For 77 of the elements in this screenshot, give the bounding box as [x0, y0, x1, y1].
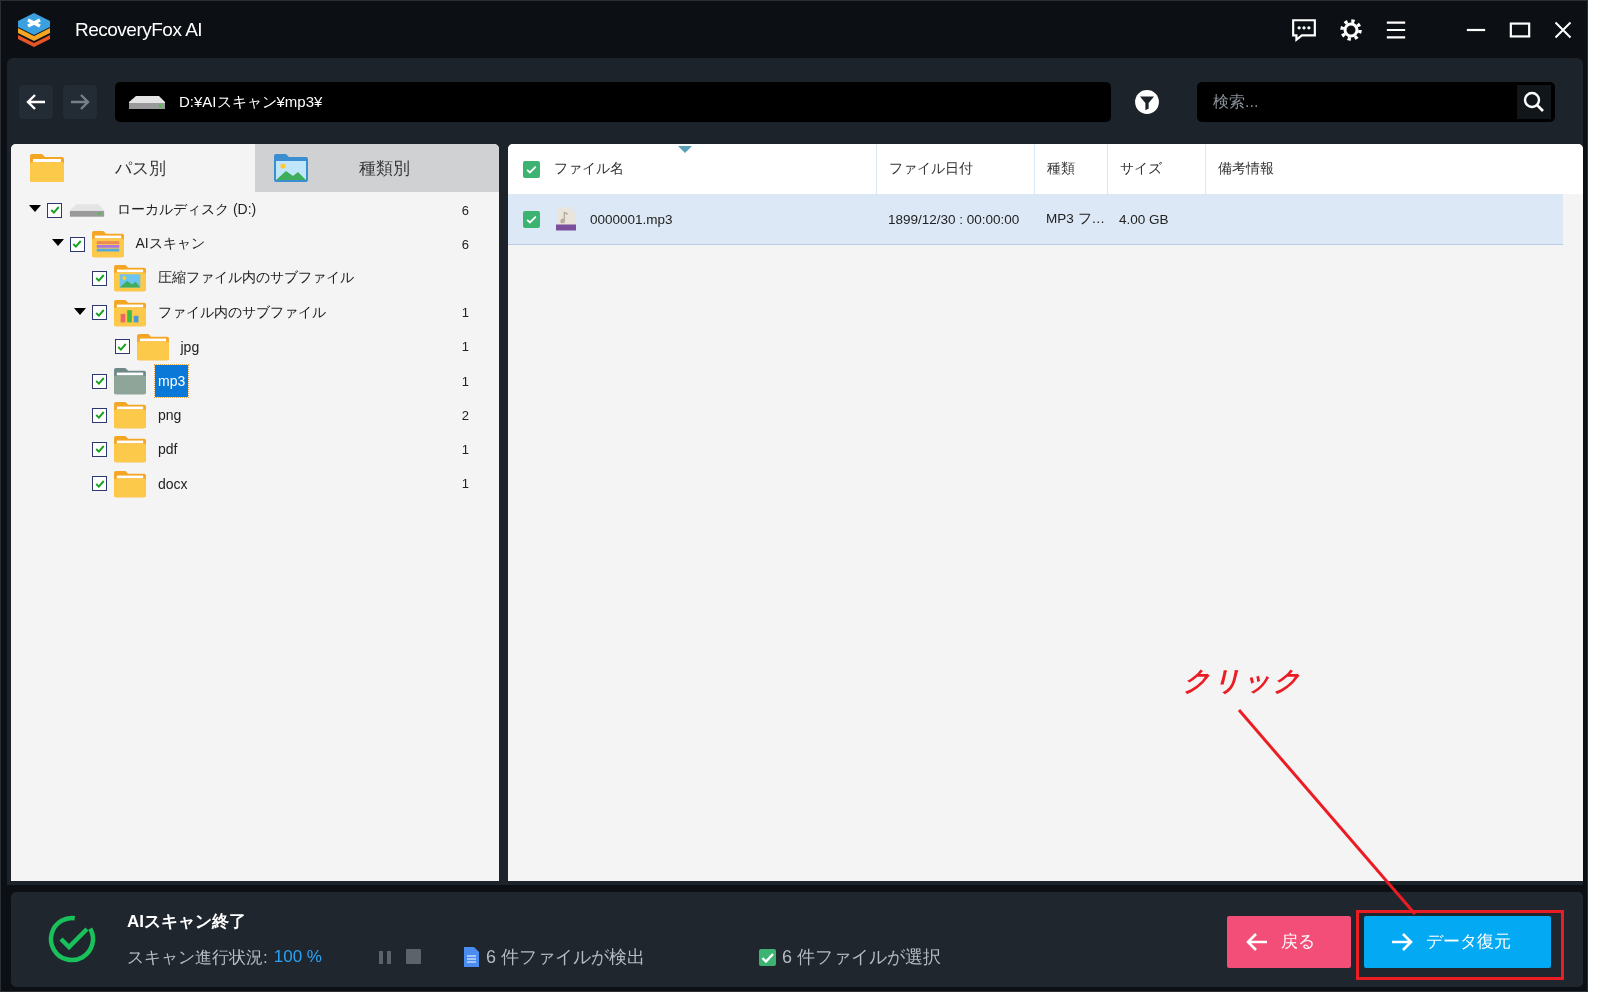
found-count: 6 件ファイルが検出 — [485, 946, 645, 969]
check-icon — [93, 409, 106, 422]
item-count: 1 — [461, 476, 469, 492]
checkbox[interactable] — [92, 373, 107, 389]
tree-item-label[interactable]: jpg — [177, 335, 203, 358]
progress-value: 100 % — [273, 947, 322, 967]
item-count: 1 — [461, 441, 469, 457]
close-icon[interactable] — [1553, 19, 1573, 40]
folder-icon — [113, 400, 147, 431]
audio-file-icon — [554, 206, 578, 232]
table-cell: 0000001.mp3 — [590, 211, 673, 227]
table-cell: MP3 フ… — [1046, 210, 1105, 228]
striped-folder-icon — [90, 229, 125, 260]
tree-item-label[interactable]: ローカルディスク (D:) — [114, 198, 260, 223]
scan-status-title: AIスキャン終了 — [127, 911, 247, 933]
checkbox[interactable] — [522, 210, 540, 228]
folder-icon — [113, 468, 147, 499]
file-row[interactable]: 0000001.mp3 1899/12/30 : 00:00:00 MP3 フ… 4.00 GB — [508, 194, 1563, 245]
path-field[interactable]: D:¥AIスキャン¥mp3¥ — [115, 82, 1111, 122]
app-logo-icon — [15, 10, 53, 49]
document-icon — [462, 947, 480, 967]
check-icon — [93, 272, 106, 285]
check-icon — [71, 238, 83, 251]
search-button[interactable] — [1517, 85, 1551, 119]
stop-icon[interactable] — [405, 948, 421, 964]
checkbox[interactable] — [69, 236, 85, 252]
filter-icon — [1134, 89, 1160, 115]
search-field[interactable]: 検索... — [1197, 82, 1555, 122]
tree-item-label[interactable]: png — [155, 404, 185, 427]
path-text: D:¥AIスキャン¥mp3¥ — [179, 92, 323, 112]
tree-item-label[interactable]: AIスキャン — [132, 232, 208, 257]
check-icon — [48, 204, 61, 217]
chat-icon[interactable] — [1291, 16, 1317, 43]
checkbox[interactable] — [92, 407, 107, 423]
checkbox-icon — [758, 948, 776, 966]
checkbox[interactable] — [47, 202, 62, 218]
forward-button[interactable] — [63, 85, 97, 119]
tree-item-label[interactable]: 圧縮ファイル内のサブファイル — [155, 266, 357, 291]
column-header[interactable]: ファイル名 — [554, 144, 876, 194]
tree-item-label[interactable]: docx — [155, 472, 191, 495]
selected-count: 6 件ファイルが選択 — [781, 946, 941, 969]
checkbox[interactable] — [92, 441, 107, 457]
tree-item-label[interactable]: pdf — [155, 438, 181, 461]
table-cell: 4.00 GB — [1119, 211, 1169, 227]
checkbox[interactable] — [92, 270, 107, 286]
chart-folder-icon — [113, 297, 147, 328]
folder-icon — [113, 434, 147, 465]
item-count: 2 — [461, 407, 469, 423]
item-count: 1 — [461, 339, 469, 355]
image-folder-icon — [273, 152, 309, 184]
pause-icon[interactable] — [377, 948, 392, 966]
item-count: 6 — [461, 236, 469, 252]
checkbox[interactable] — [114, 339, 130, 355]
settings-icon[interactable] — [1339, 17, 1363, 42]
item-count: 1 — [461, 373, 469, 389]
item-count: 1 — [461, 305, 469, 321]
checkbox[interactable] — [92, 476, 107, 492]
annotation-text: クリック — [1183, 665, 1303, 698]
table-cell: 1899/12/30 : 00:00:00 — [888, 211, 1020, 227]
search-input[interactable]: 検索... — [1211, 92, 1517, 112]
sort-arrow-icon — [678, 146, 692, 153]
check-icon — [93, 443, 106, 456]
back-button[interactable] — [19, 85, 53, 119]
checkbox[interactable] — [92, 305, 107, 321]
progress-label: スキャン進行状況: — [127, 946, 268, 969]
folder-icon — [135, 331, 170, 362]
folder-icon — [29, 152, 65, 184]
tree-item-label[interactable]: mp3 — [155, 365, 189, 398]
check-icon — [93, 375, 106, 388]
folder-icon — [113, 366, 147, 397]
image-folder-icon — [113, 263, 147, 294]
tab[interactable]: 種類別 — [255, 144, 499, 192]
tree-item-label[interactable]: ファイル内のサブファイル — [155, 300, 329, 325]
item-count: 6 — [461, 202, 469, 218]
window-title: RecoveryFox AI — [75, 18, 204, 41]
checkbox[interactable] — [522, 160, 540, 178]
search-icon — [1522, 90, 1546, 114]
